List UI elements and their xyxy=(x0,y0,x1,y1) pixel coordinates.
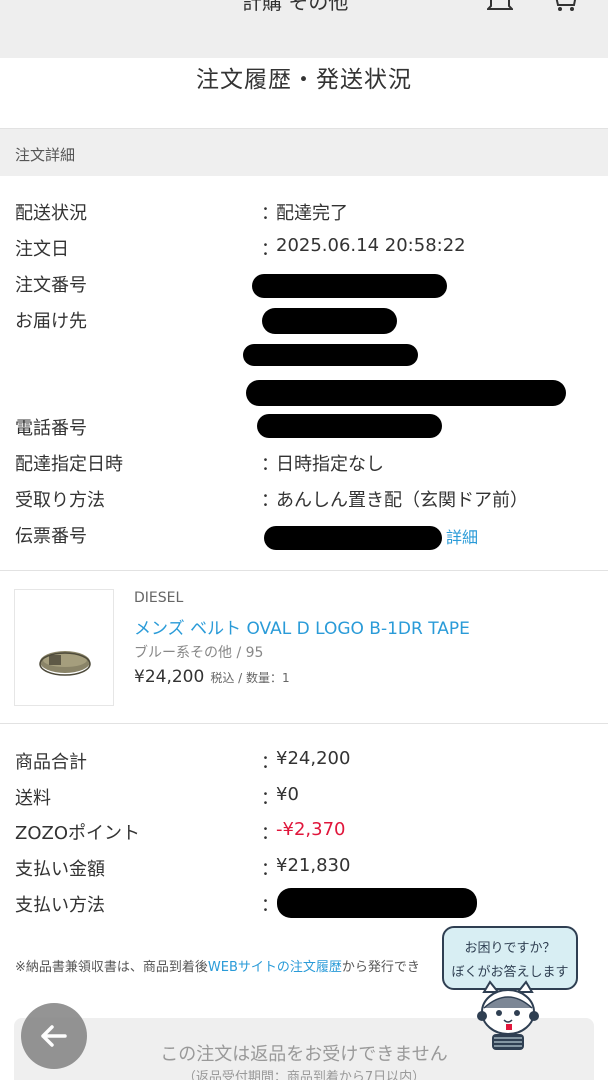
product-name-link[interactable]: メンズ ベルト OVAL D LOGO B-1DR TAPE xyxy=(134,614,470,639)
mascot-cat-icon[interactable] xyxy=(470,978,546,1054)
detail-label: 電話番号 xyxy=(15,418,87,439)
section-header-order-details: 注文詳細 xyxy=(0,128,608,176)
summary-label: ZOZOポイント xyxy=(15,823,140,844)
product-thumbnail[interactable] xyxy=(14,589,114,706)
detail-label: 配送状況 xyxy=(15,203,87,224)
divider xyxy=(0,570,608,571)
detail-label: お届け先 xyxy=(15,311,87,332)
summary-value: ¥0 xyxy=(276,784,299,805)
belt-image xyxy=(39,651,91,676)
redaction-payment-method xyxy=(277,888,477,918)
detail-label: 伝票番号 xyxy=(15,526,87,547)
detail-label: 受取り方法 xyxy=(15,490,105,511)
summary-label: 商品合計 xyxy=(15,752,87,773)
redaction-phone xyxy=(257,414,442,438)
redaction-tracking-number xyxy=(264,526,442,550)
product-price-row: ¥24,200 税込 / 数量：1 xyxy=(134,667,290,687)
cart-icon[interactable] xyxy=(548,0,578,12)
section-header-label: 注文詳細 xyxy=(15,146,76,164)
summary-label: 送料 xyxy=(15,788,51,809)
detail-label: 配達指定日時 xyxy=(15,454,123,475)
summary-value: ¥24,200 xyxy=(276,748,351,769)
product-brand[interactable]: DIESEL xyxy=(134,590,183,606)
redaction-order-number xyxy=(252,274,447,298)
return-period: （返品受付期間：商品到着から7日以内） xyxy=(182,1070,426,1080)
redaction-address-1 xyxy=(262,308,397,334)
detail-value: あんしん置き配（玄関ドア前） xyxy=(276,490,528,511)
help-bubble-line1: お困りですか？ xyxy=(464,941,556,956)
divider xyxy=(0,723,608,724)
back-button[interactable] xyxy=(21,1003,87,1069)
page-title: 注文履歴・発送状況 xyxy=(196,67,412,93)
redaction-address-2 xyxy=(243,344,418,366)
summary-value: ¥21,830 xyxy=(276,855,351,876)
detail-value: 配達完了 xyxy=(276,203,348,224)
note-prefix: ※納品書兼領収書は、商品到着後 xyxy=(15,960,208,975)
note-suffix: から発行でき xyxy=(341,960,420,975)
product-variant: ブルー系その他 / 95 xyxy=(134,645,264,661)
summary-label: 支払い方法 xyxy=(15,895,105,916)
detail-label: 注文日 xyxy=(15,239,69,260)
bell-icon[interactable] xyxy=(487,0,513,12)
detail-value: 2025.06.14 20:58:22 xyxy=(276,235,466,256)
summary-label: 支払い金額 xyxy=(15,859,105,880)
order-history-link[interactable]: WEBサイトの注文履歴 xyxy=(208,960,342,975)
product-price: ¥24,200 xyxy=(134,667,205,687)
top-navigation-bar: 計購 その他 xyxy=(0,0,608,58)
receipt-note: ※納品書兼領収書は、商品到着後WEBサイトの注文履歴から発行でき xyxy=(15,956,420,975)
detail-label: 注文番号 xyxy=(15,275,87,296)
detail-value: 日時指定なし xyxy=(276,454,384,475)
topbar-partial-label[interactable]: 計購 その他 xyxy=(242,0,348,15)
back-arrow-icon xyxy=(41,1025,67,1047)
product-price-note: 税込 / 数量：1 xyxy=(210,671,290,685)
summary-value-discount: -¥2,370 xyxy=(276,819,346,840)
tracking-detail-link[interactable]: 詳細 xyxy=(446,524,478,548)
redaction-address-3 xyxy=(246,380,566,406)
